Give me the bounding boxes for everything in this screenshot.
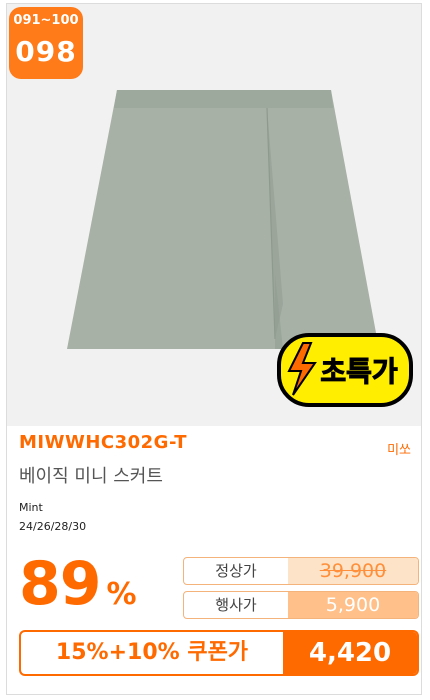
discount-rate: 89%: [19, 549, 137, 619]
promo-badge: 초특가: [277, 333, 413, 407]
rank-number: 098: [15, 35, 77, 68]
product-image-area[interactable]: 091~100 098 초특가: [7, 4, 421, 426]
brand-name[interactable]: 미쏘: [387, 439, 411, 458]
discount-symbol: %: [106, 577, 137, 612]
event-price-value: 5,900: [288, 592, 418, 618]
coupon-price-value: 4,420: [283, 632, 417, 674]
product-sizes: 24/26/28/30: [19, 520, 87, 533]
model-code: MIWWHC302G-T: [19, 432, 188, 453]
coupon-price-bar[interactable]: 15%+10% 쿠폰가 4,420: [19, 630, 419, 676]
promo-badge-text: 초특가: [320, 355, 398, 388]
discount-number: 89: [19, 549, 101, 619]
event-price-label: 행사가: [215, 596, 257, 614]
regular-price-row: 정상가 39,900: [183, 557, 419, 585]
coupon-price-label: 15%+10% 쿠폰가: [55, 640, 249, 665]
regular-price-label: 정상가: [215, 562, 257, 580]
rank-range: 091~100: [13, 13, 79, 28]
product-name[interactable]: 베이직 미니 스커트: [19, 462, 163, 488]
product-card[interactable]: 091~100 098 초특가 MIWWHC302G-T 미쏘 베이직 미니 스…: [6, 3, 422, 695]
product-color: Mint: [19, 501, 43, 514]
event-price-row: 행사가 5,900: [183, 591, 419, 619]
regular-price-value: 39,900: [288, 558, 418, 584]
rank-badge: 091~100 098: [9, 7, 83, 79]
